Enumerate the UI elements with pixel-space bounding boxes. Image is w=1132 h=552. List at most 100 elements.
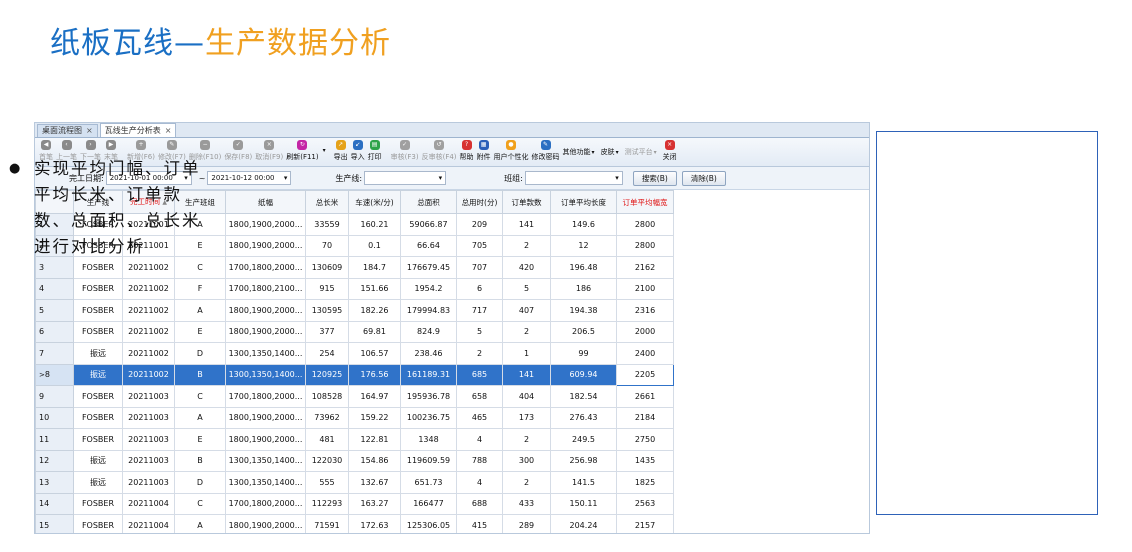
table-cell[interactable]: 151.66 [348, 277, 401, 300]
table-cell[interactable]: 141 [502, 213, 551, 236]
table-cell[interactable]: 1800,1900,2000... [225, 320, 306, 343]
table-cell[interactable]: 161189.31 [400, 363, 457, 386]
export-button[interactable]: ↗ 导出 [334, 138, 348, 162]
table-cell[interactable]: 106.57 [348, 342, 401, 365]
table-cell[interactable]: 1800,1900,2000... [225, 406, 306, 429]
table-cell[interactable]: C [174, 492, 226, 515]
column-header[interactable]: 订单款数 [502, 190, 551, 214]
table-row[interactable]: 13 振远 20211003 D 1300,1350,1400... 555 132.67 6… [35, 471, 674, 494]
table-cell[interactable]: 407 [502, 299, 551, 322]
table-row[interactable]: 10 FOSBER 20211003 A 1800,1900,2000... 73962 1… [35, 406, 674, 429]
table-cell[interactable]: 256.98 [550, 449, 617, 472]
table-row[interactable]: 7 振远 20211002 D 1300,1350,1400... 254 106.57 23… [35, 342, 674, 365]
table-cell[interactable]: 150.11 [550, 492, 617, 515]
table-cell[interactable]: A [174, 514, 226, 533]
table-cell[interactable]: 0.1 [348, 234, 401, 257]
audit-button[interactable]: ✓ 审核(F3) [391, 138, 419, 162]
table-cell[interactable]: 2400 [616, 342, 674, 365]
table-cell[interactable]: 658 [456, 385, 503, 408]
row-number-cell[interactable]: 15 [35, 514, 74, 533]
row-number-cell[interactable]: 13 [35, 471, 74, 494]
table-cell[interactable]: 20211002 [122, 277, 175, 300]
row-number-cell[interactable]: 9 [35, 385, 74, 408]
table-cell[interactable]: 4 [456, 471, 503, 494]
table-cell[interactable]: 5 [502, 277, 551, 300]
table-cell[interactable]: 99 [550, 342, 617, 365]
table-cell[interactable]: 186 [550, 277, 617, 300]
table-cell[interactable]: 433 [502, 492, 551, 515]
table-cell[interactable]: 915 [305, 277, 349, 300]
refresh-button[interactable]: ↻ 刷新(F11) [286, 138, 319, 162]
table-cell[interactable]: 59066.87 [400, 213, 457, 236]
table-cell[interactable]: FOSBER [73, 385, 123, 408]
column-header[interactable]: 总面积 [400, 190, 457, 214]
table-cell[interactable]: 404 [502, 385, 551, 408]
table-row[interactable]: 9 FOSBER 20211003 C 1700,1800,2000... 108528 1… [35, 385, 674, 408]
table-cell[interactable]: 705 [456, 234, 503, 257]
table-cell[interactable]: FOSBER [73, 428, 123, 451]
test-platform-menu[interactable]: 测试平台 ▾ [625, 147, 657, 157]
table-cell[interactable]: 141.5 [550, 471, 617, 494]
table-cell[interactable]: 130595 [305, 299, 349, 322]
table-cell[interactable]: 6 [456, 277, 503, 300]
table-cell[interactable]: 788 [456, 449, 503, 472]
table-cell[interactable]: 149.6 [550, 213, 617, 236]
close-button[interactable]: × 关闭 [663, 138, 677, 162]
table-cell[interactable]: 119609.59 [400, 449, 457, 472]
table-cell[interactable]: 1954.2 [400, 277, 457, 300]
table-cell[interactable]: 振远 [73, 363, 123, 386]
tab-production-analysis[interactable]: 瓦线生产分析表 × [99, 123, 177, 137]
table-cell[interactable]: 179994.83 [400, 299, 457, 322]
table-cell[interactable]: 159.22 [348, 406, 401, 429]
table-cell[interactable]: 651.73 [400, 471, 457, 494]
table-cell[interactable]: 2162 [616, 256, 674, 279]
table-cell[interactable]: 2 [502, 234, 551, 257]
table-cell[interactable]: 120925 [305, 363, 349, 386]
table-row[interactable]: 14 FOSBER 20211004 C 1700,1800,2000... 112293… [35, 492, 674, 515]
table-cell[interactable]: 2800 [616, 213, 674, 236]
table-cell[interactable]: 377 [305, 320, 349, 343]
table-cell[interactable]: 254 [305, 342, 349, 365]
column-header[interactable]: 纸幅 [225, 190, 306, 214]
table-cell[interactable]: 1800,1900,2000... [225, 428, 306, 451]
table-cell[interactable]: 108528 [305, 385, 349, 408]
table-cell[interactable]: 66.64 [400, 234, 457, 257]
table-row[interactable]: 12 振远 20211003 B 1300,1350,1400... 122030 154.… [35, 449, 674, 472]
table-cell[interactable]: 194.38 [550, 299, 617, 322]
table-cell[interactable]: 1800,1900,2000... [225, 234, 306, 257]
table-cell[interactable]: 振远 [73, 449, 123, 472]
table-cell[interactable]: C [174, 385, 226, 408]
table-cell[interactable]: FOSBER [73, 406, 123, 429]
row-number-cell[interactable]: 14 [35, 492, 74, 515]
table-cell[interactable]: 195936.78 [400, 385, 457, 408]
table-cell[interactable]: 125306.05 [400, 514, 457, 533]
table-cell[interactable]: 69.81 [348, 320, 401, 343]
table-cell[interactable]: 20211003 [122, 428, 175, 451]
table-cell[interactable]: 1700,1800,2000... [225, 385, 306, 408]
table-row[interactable]: 6 FOSBER 20211002 E 1800,1900,2000... 377 69.8… [35, 320, 674, 343]
table-cell[interactable]: 71591 [305, 514, 349, 533]
table-cell[interactable]: 132.67 [348, 471, 401, 494]
table-row[interactable]: 15 FOSBER 20211004 A 1800,1900,2000... 71591 1… [35, 514, 674, 533]
row-number-cell[interactable]: >8 [35, 363, 74, 386]
table-cell[interactable]: 555 [305, 471, 349, 494]
table-cell[interactable]: 176.56 [348, 363, 401, 386]
password-button[interactable]: ✎ 修改密码 [532, 138, 560, 162]
table-cell[interactable]: E [174, 428, 226, 451]
column-header[interactable]: 车速(米/分) [348, 190, 401, 214]
table-cell[interactable]: 2 [456, 342, 503, 365]
table-cell[interactable]: 20211004 [122, 514, 175, 533]
column-header[interactable]: 总用时(分) [456, 190, 503, 214]
help-button[interactable]: ? 帮助 [460, 138, 474, 162]
table-cell[interactable]: 173 [502, 406, 551, 429]
table-cell[interactable]: 2661 [616, 385, 674, 408]
table-cell[interactable]: 176679.45 [400, 256, 457, 279]
table-cell[interactable]: 2205 [616, 363, 674, 386]
table-cell[interactable]: 122.81 [348, 428, 401, 451]
table-cell[interactable]: 1300,1350,1400... [225, 449, 306, 472]
table-cell[interactable]: E [174, 320, 226, 343]
table-cell[interactable]: 415 [456, 514, 503, 533]
table-cell[interactable]: FOSBER [73, 492, 123, 515]
column-header[interactable]: 总长米 [305, 190, 349, 214]
row-number-cell[interactable]: 12 [35, 449, 74, 472]
